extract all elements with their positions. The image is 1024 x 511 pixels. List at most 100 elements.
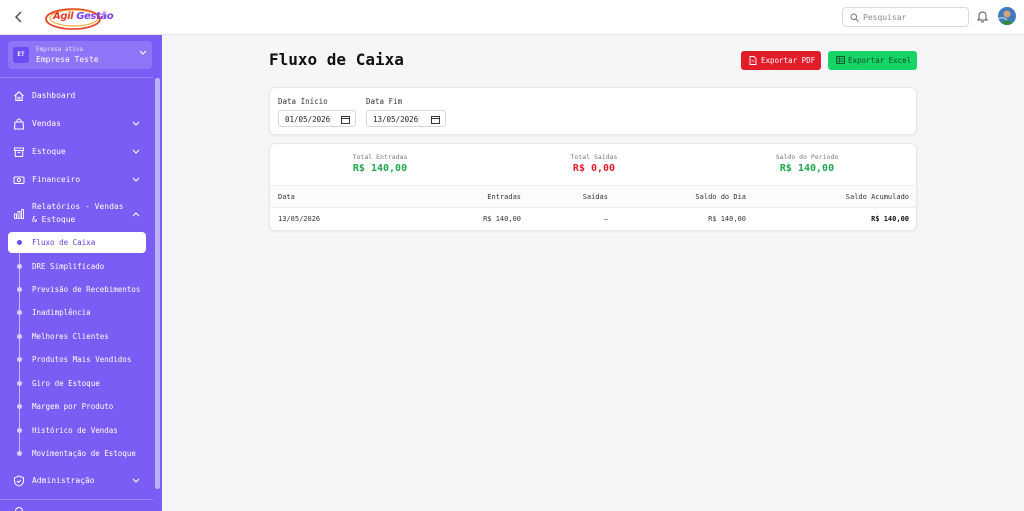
sidebar-item-label: Estoque: [32, 147, 66, 156]
subitem-produtos-mais-vendidos[interactable]: Produtos Mais Vendidos: [8, 349, 146, 370]
sidebar-scrollbar[interactable]: [155, 78, 160, 489]
sidebar-item-label: Financeiro: [32, 175, 81, 184]
chevron-down-icon: [132, 478, 140, 483]
subitem-label: Giro de Estoque: [32, 379, 100, 388]
chevron-up-icon: [132, 212, 140, 217]
page-title: Fluxo de Caixa: [269, 50, 404, 69]
summary-value: R$ 140,00: [779, 163, 835, 174]
cell-saldo-acumulado: R$ 140,00: [871, 215, 909, 223]
column-header-data: Data: [278, 193, 295, 201]
tree-dot: [17, 381, 22, 386]
summary-label: Saldo do Período: [775, 153, 839, 161]
export-excel-button[interactable]: Exportar Excel: [828, 51, 917, 70]
subitem-label: Inadimplência: [32, 308, 91, 317]
subitem-label: DRE Simplificado: [32, 262, 105, 271]
summary-saldo-periodo: Saldo do Período R$ 140,00: [727, 153, 887, 174]
column-header-saldo-dia: Saldo do Dia: [695, 193, 746, 201]
tree-dot: [17, 264, 22, 269]
calendar-icon[interactable]: [431, 115, 440, 124]
summary-total-saidas: Total Saídas R$ 0,00: [514, 153, 674, 174]
column-header-saidas: Saídas: [582, 193, 608, 201]
subitem-movimentacao-de-estoque[interactable]: Movimentação de Estoque: [8, 443, 146, 464]
subitem-fluxo-de-caixa[interactable]: Fluxo de Caixa: [8, 232, 146, 253]
start-date-input[interactable]: 01/05/2026: [278, 110, 356, 127]
sidebar-item-vendas[interactable]: Vendas: [0, 113, 153, 135]
scrollbar-thumb[interactable]: [155, 78, 160, 489]
summary-value: R$ 0,00: [572, 163, 616, 174]
search-box[interactable]: [842, 7, 969, 27]
subitem-label: Histórico de Vendas: [32, 426, 118, 435]
sidebar-item-label: Relatórios - Vendas & Estoque: [32, 202, 124, 224]
search-input[interactable]: [863, 10, 963, 24]
subitem-margem-por-produto[interactable]: Margem por Produto: [8, 396, 146, 417]
tree-dot: [17, 240, 22, 245]
export-excel-label: Exportar Excel: [848, 56, 912, 65]
money-icon: [13, 176, 25, 184]
tree-dot: [17, 357, 22, 362]
sidebar-item-dashboard[interactable]: Dashboard: [0, 85, 153, 107]
spreadsheet-icon: [836, 56, 845, 64]
subitem-dre-simplificado[interactable]: DRE Simplificado: [8, 256, 146, 277]
start-date-label: Data Início: [278, 97, 328, 106]
cell-entradas: R$ 140,00: [483, 215, 521, 223]
export-pdf-button[interactable]: Exportar PDF: [741, 51, 821, 70]
sidebar-item-estoque[interactable]: Estoque: [0, 141, 153, 163]
subitem-label: Produtos Mais Vendidos: [32, 355, 132, 364]
subitem-label: Movimentação de Estoque: [32, 449, 136, 458]
search-icon: [850, 13, 859, 22]
summary-total-entradas: Total Entradas R$ 140,00: [300, 153, 460, 174]
subitem-label: Fluxo de Caixa: [32, 238, 96, 247]
end-date-value: 13/05/2026: [373, 115, 419, 124]
start-date-value: 01/05/2026: [285, 115, 331, 124]
company-badge: ET: [13, 47, 29, 63]
company-selector[interactable]: ET Empresa ativa Empresa Teste: [8, 41, 152, 69]
sidebar-divider: [0, 499, 153, 500]
sidebar-item-relatorios[interactable]: Relatórios - Vendas & Estoque: [0, 200, 153, 228]
end-date-input[interactable]: 13/05/2026: [366, 110, 446, 127]
sidebar-item-label: Dashboard: [32, 91, 76, 100]
shopping-bag-icon: [13, 118, 25, 130]
column-header-saldo-acumulado: Saldo Acumulado: [845, 193, 909, 201]
cell-saidas: —: [603, 215, 608, 223]
back-arrow-icon[interactable]: [12, 9, 26, 25]
summary-bar: Total Entradas R$ 140,00 Total Saídas R$…: [270, 144, 916, 186]
export-pdf-label: Exportar PDF: [761, 56, 816, 65]
sidebar-item-label: Vendas: [32, 119, 61, 128]
gear-icon[interactable]: [13, 505, 25, 511]
filters-card: Data Início 01/05/2026 Data Fim 13/05/20…: [269, 87, 917, 135]
user-avatar[interactable]: [998, 7, 1016, 25]
company-caption: Empresa ativa: [36, 46, 83, 53]
archive-box-icon: [14, 147, 24, 157]
chevron-down-icon: [132, 177, 140, 182]
calendar-icon[interactable]: [341, 115, 350, 124]
chevron-down-icon: [132, 121, 140, 126]
subitem-label: Melhores Clientes: [32, 332, 109, 341]
summary-value: R$ 140,00: [352, 163, 408, 174]
table-header: Data Entradas Saídas Saldo do Dia Saldo …: [270, 186, 916, 208]
tree-dot: [17, 404, 22, 409]
logo-text: Ágil Gestão: [53, 11, 114, 22]
subitem-historico-de-vendas[interactable]: Histórico de Vendas: [8, 420, 146, 441]
subitem-label: Previsão de Recebimentos: [32, 285, 141, 294]
subitem-melhores-clientes[interactable]: Melhores Clientes: [8, 326, 146, 347]
shield-check-icon: [14, 475, 24, 487]
top-bar: Ágil Gestão: [0, 0, 1024, 35]
table-row: 13/05/2026 R$ 140,00 — R$ 140,00 R$ 140,…: [270, 208, 916, 230]
summary-label: Total Saídas: [570, 153, 618, 161]
sidebar-item-administracao[interactable]: Administração: [0, 470, 153, 492]
subitem-inadimplencia[interactable]: Inadimplência: [8, 302, 146, 323]
notification-bell-icon[interactable]: [977, 10, 988, 23]
subitem-giro-de-estoque[interactable]: Giro de Estoque: [8, 373, 146, 394]
tree-dot: [17, 287, 22, 292]
sidebar: ET Empresa ativa Empresa Teste Dashboard…: [0, 35, 162, 511]
subitem-previsao-recebimentos[interactable]: Previsão de Recebimentos: [8, 279, 146, 300]
company-name: Empresa Teste: [36, 55, 99, 64]
tree-dot: [17, 451, 22, 456]
summary-label: Total Entradas: [352, 153, 408, 161]
tree-dot: [17, 428, 22, 433]
bar-chart-icon: [14, 209, 24, 219]
sidebar-item-label: Administração: [32, 476, 95, 485]
tree-dot: [17, 310, 22, 315]
sidebar-item-financeiro[interactable]: Financeiro: [0, 169, 153, 191]
chevron-down-icon: [132, 149, 140, 154]
